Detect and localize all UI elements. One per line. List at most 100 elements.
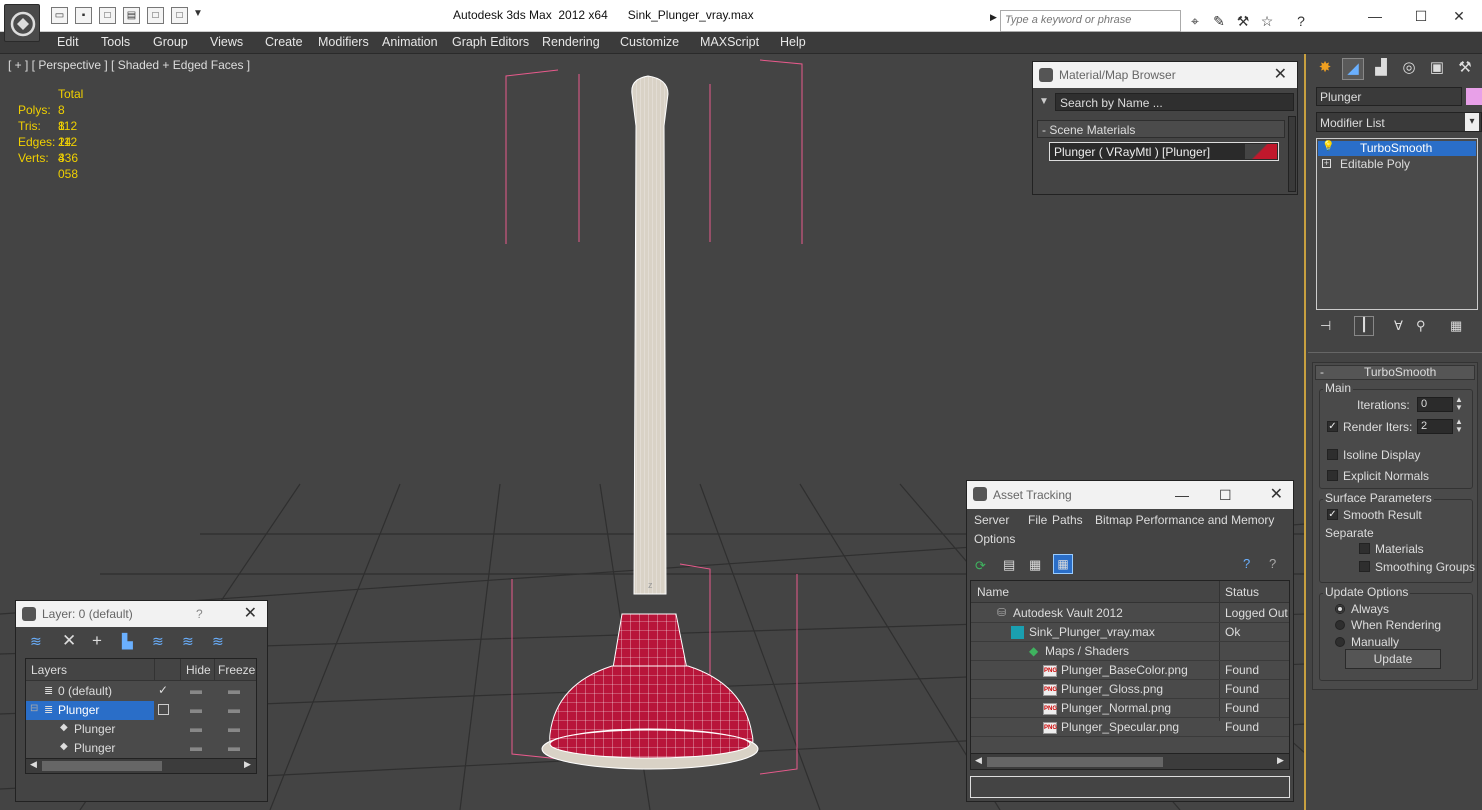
stack-item-editable-poly[interactable]: + Editable Poly xyxy=(1318,157,1476,172)
menu-paths[interactable]: Paths xyxy=(1052,513,1083,527)
display-tab-icon[interactable]: ▣ xyxy=(1426,58,1448,80)
menu-graph-editors[interactable]: Graph Editors xyxy=(452,35,529,49)
menu-edit[interactable]: Edit xyxy=(57,35,79,49)
maximize-icon[interactable]: ☐ xyxy=(1219,481,1232,509)
viewport-label[interactable]: [ + ] [ Perspective ] [ Shaded + Edged F… xyxy=(8,58,250,72)
search-input[interactable]: Type a keyword or phrase xyxy=(1000,10,1181,32)
chevron-right-icon[interactable]: ▶ xyxy=(990,12,1000,30)
fetch-icon[interactable]: □ xyxy=(147,7,164,24)
render-iters-checkbox[interactable]: ✓ xyxy=(1327,421,1338,432)
close-icon[interactable]: ✕ xyxy=(1436,4,1482,28)
menu-views[interactable]: Views xyxy=(210,35,243,49)
menu-bitmap-performance[interactable]: Bitmap Performance and Memory xyxy=(1095,513,1274,527)
scroll-thumb[interactable] xyxy=(42,761,162,771)
chevron-left-icon[interactable]: ◀ xyxy=(975,755,982,766)
highlight-layer-icon[interactable]: ≋ xyxy=(152,633,164,650)
modify-tab-icon[interactable]: ◢ xyxy=(1342,58,1364,80)
table-row[interactable]: ◆ Plunger ▬ ▬ xyxy=(26,720,256,739)
close-icon[interactable]: ✕ xyxy=(1270,481,1283,509)
path-field[interactable] xyxy=(970,776,1290,798)
chevron-right-icon[interactable]: ▶ xyxy=(244,759,251,770)
freeze-toggle[interactable]: ▬ xyxy=(228,721,240,735)
isoline-display-checkbox[interactable] xyxy=(1327,449,1338,460)
close-icon[interactable]: ✕ xyxy=(1274,62,1287,88)
collapse-icon[interactable]: - xyxy=(1320,366,1324,379)
spinner-arrows-icon[interactable]: ▲ ▼ xyxy=(1455,418,1463,434)
hide-toggle[interactable]: ▬ xyxy=(190,702,202,716)
asset-tracking-titlebar[interactable]: Asset Tracking — ☐ ✕ xyxy=(967,481,1293,509)
layer-panel-titlebar[interactable]: Layer: 0 (default) ? ✕ xyxy=(16,601,267,627)
table-row[interactable]: PNG Plunger_BaseColor.png Found xyxy=(971,661,1289,680)
menu-rendering[interactable]: Rendering xyxy=(542,35,600,49)
menu-create[interactable]: Create xyxy=(265,35,303,49)
new-layer-icon[interactable]: ≋ xyxy=(30,633,42,650)
collapse-icon[interactable]: ⊟ xyxy=(30,703,38,714)
utilities-tab-icon[interactable]: ⚒ xyxy=(1454,58,1476,80)
render-iters-spinner[interactable]: 2 xyxy=(1417,419,1453,434)
menu-animation[interactable]: Animation xyxy=(382,35,438,49)
close-icon[interactable]: ✕ xyxy=(244,601,257,627)
scene-materials-section[interactable]: - Scene Materials xyxy=(1037,120,1285,138)
column-header[interactable]: Freeze xyxy=(218,663,255,677)
rollout-header[interactable]: - TurboSmooth xyxy=(1315,365,1475,380)
table-row[interactable]: ◆ Maps / Shaders xyxy=(971,642,1289,661)
column-header[interactable]: Layers xyxy=(31,663,67,677)
menu-server[interactable]: Server xyxy=(974,513,1009,527)
column-header[interactable]: Hide xyxy=(186,663,211,677)
menu-modifiers[interactable]: Modifiers xyxy=(318,35,369,49)
always-radio[interactable] xyxy=(1335,604,1345,614)
help-icon[interactable]: ? xyxy=(196,601,203,627)
scrollbar[interactable] xyxy=(1288,116,1296,192)
table-row[interactable]: Sink_Plunger_vray.max Ok xyxy=(971,623,1289,642)
freeze-toggle[interactable]: ▬ xyxy=(228,702,240,716)
select-objects-icon[interactable]: ▙ xyxy=(122,633,133,650)
app-logo-icon[interactable] xyxy=(4,4,40,42)
help-icon[interactable]: ? xyxy=(1243,556,1250,571)
save-file-icon[interactable]: ▪ xyxy=(75,7,92,24)
delete-layer-icon[interactable]: ✕ xyxy=(62,631,76,651)
check-icon[interactable]: ✓ xyxy=(158,683,168,697)
chevron-down-icon[interactable]: ▼ xyxy=(1039,96,1049,107)
help-icon[interactable]: ? xyxy=(1292,12,1310,30)
table-view-icon[interactable]: ▦ xyxy=(1053,554,1073,574)
menu-customize[interactable]: Customize xyxy=(620,35,679,49)
when-rendering-radio[interactable] xyxy=(1335,620,1345,630)
freeze-toggle[interactable]: ▬ xyxy=(228,740,240,754)
context-help-icon[interactable]: ? xyxy=(1269,556,1276,571)
list-view-icon[interactable]: ▤ xyxy=(1003,557,1015,573)
table-row[interactable]: ◆ Plunger ▬ ▬ xyxy=(26,739,256,758)
binoculars-icon[interactable]: ⌖ xyxy=(1186,12,1204,30)
hide-all-icon[interactable]: ≋ xyxy=(182,633,194,650)
star-icon[interactable]: ☆ xyxy=(1258,12,1276,30)
pin-stack-icon[interactable]: ⊣ xyxy=(1320,318,1331,334)
horizontal-scrollbar[interactable]: ◀ ▶ xyxy=(26,758,256,773)
wrench-icon[interactable]: ✎ xyxy=(1210,12,1228,30)
chevron-down-icon[interactable]: ▾ xyxy=(1465,113,1479,131)
menu-options[interactable]: Options xyxy=(974,532,1015,546)
create-tab-icon[interactable]: ✸ xyxy=(1314,58,1336,80)
column-header[interactable]: Name xyxy=(977,585,1009,599)
bulb-icon[interactable]: 💡 xyxy=(1322,141,1334,152)
object-name-field[interactable]: Plunger xyxy=(1316,87,1462,106)
chevron-right-icon[interactable]: ▶ xyxy=(1277,755,1284,766)
hide-toggle[interactable]: ▬ xyxy=(190,740,202,754)
iterations-spinner[interactable]: 0 xyxy=(1417,397,1453,412)
hide-toggle[interactable]: ▬ xyxy=(190,721,202,735)
table-row[interactable]: PNG Plunger_Gloss.png Found xyxy=(971,680,1289,699)
menu-help[interactable]: Help xyxy=(780,35,806,49)
remove-modifier-icon[interactable]: ⚲ xyxy=(1416,318,1426,334)
configure-sets-icon[interactable]: ▦ xyxy=(1450,318,1462,334)
separate-smoothing-groups-checkbox[interactable] xyxy=(1359,561,1370,572)
chevron-down-icon[interactable]: ▼ xyxy=(193,8,203,19)
refresh-icon[interactable]: ⟳ xyxy=(975,558,986,574)
table-row[interactable]: ≣ 0 (default) ✓ ▬ ▬ xyxy=(26,682,256,701)
menu-group[interactable]: Group xyxy=(153,35,188,49)
spinner-arrows-icon[interactable]: ▲ ▼ xyxy=(1455,396,1463,412)
thumbnail-view-icon[interactable]: ▦ xyxy=(1029,557,1041,573)
minimize-icon[interactable]: — xyxy=(1175,481,1189,509)
hide-toggle[interactable]: ▬ xyxy=(190,683,202,697)
smooth-result-checkbox[interactable]: ✓ xyxy=(1327,509,1338,520)
make-unique-icon[interactable]: ∀ xyxy=(1394,318,1403,334)
update-button[interactable]: Update xyxy=(1345,649,1441,669)
horizontal-scrollbar[interactable]: ◀ ▶ xyxy=(971,753,1289,769)
